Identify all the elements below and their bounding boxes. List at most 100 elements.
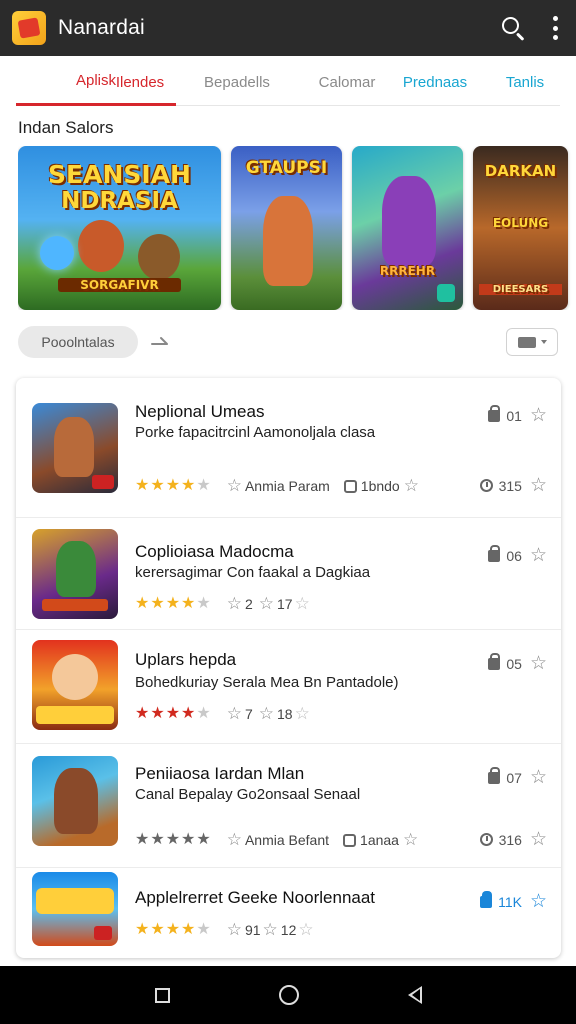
- list-item[interactable]: Uplars hepda Bohedkuriay Serala Mea Bn P…: [16, 630, 561, 744]
- star-outline-icon: ☆: [298, 920, 314, 939]
- app-meta-1: 91: [244, 922, 261, 938]
- star-outline-icon: ☆: [294, 594, 310, 613]
- app-name: Coplioiasa Madocma: [135, 542, 294, 561]
- banner-title-line1: SEANSIAH: [48, 160, 191, 189]
- category-tabs: Aplisk Ilendes Bepadells Calomar Prednaa…: [16, 58, 560, 106]
- rating-stars: ★ ★ ★ ★ ★: [135, 921, 211, 938]
- app-description: kerersagimar Con faakal a Dagkiaa: [135, 564, 371, 581]
- app-meta: ★ ★ ★ ★ ★ ☆ Anmia Param 1bndo ☆: [135, 476, 422, 496]
- favorite-star-icon[interactable]: ☆: [530, 766, 547, 789]
- app-size-value: 06: [506, 547, 522, 564]
- app-thumbnail: [32, 756, 118, 846]
- app-size: 11K ☆: [480, 890, 547, 913]
- lock-icon: [480, 890, 493, 908]
- list-item[interactable]: Coplioiasa Madocma kerersagimar Con faak…: [16, 518, 561, 630]
- favorite-star-icon[interactable]: ☆: [530, 890, 547, 913]
- favorite-star-icon[interactable]: ☆: [530, 474, 547, 497]
- view-toggle-button[interactable]: [506, 328, 558, 356]
- star-outline-icon: ☆: [258, 704, 275, 723]
- clock-icon: [479, 833, 493, 846]
- favorite-star-icon[interactable]: ☆: [530, 652, 547, 675]
- rating-stars: ★ ★ ★ ★ ★: [135, 477, 211, 494]
- star-outline-icon: ☆: [226, 830, 242, 849]
- star-outline-icon: ☆: [262, 920, 278, 939]
- app-developer: Anmia Param: [244, 478, 330, 494]
- featured-carousel[interactable]: SEANSIAH NDRASIA SORGAFIVR GTAUPSI RRREH…: [18, 146, 576, 310]
- companion-figure: [138, 234, 180, 280]
- app-downloads: 316 ☆: [479, 828, 547, 851]
- app-meta-2: 18: [277, 706, 293, 722]
- star-outline-icon: ☆: [403, 476, 419, 495]
- favorite-star-icon[interactable]: ☆: [530, 828, 547, 851]
- app-name: Applelrerret Geeke Noorlennaat: [135, 888, 376, 907]
- app-meta-2: 12: [280, 922, 297, 938]
- arrow-right-icon[interactable]: [150, 332, 170, 352]
- tab-prednaas[interactable]: Prednaas: [380, 58, 490, 106]
- app-logo-icon[interactable]: [12, 11, 46, 45]
- featured-banner-2[interactable]: GTAUPSI: [231, 146, 342, 310]
- app-meta-1: 2: [244, 596, 253, 612]
- star-outline-icon: ☆: [258, 594, 275, 613]
- app-thumbnail: [32, 640, 118, 730]
- system-nav-bar: [0, 966, 576, 1024]
- more-options-icon[interactable]: [552, 16, 558, 40]
- lock-icon: [488, 652, 501, 670]
- list-item[interactable]: Peniiaosa Iardan Mlan Canal Bepalay Go2o…: [16, 744, 561, 868]
- magic-orb: [40, 236, 74, 270]
- tab-tanlis[interactable]: Tanlis: [482, 58, 568, 106]
- heroine-figure: [263, 196, 313, 286]
- recents-icon[interactable]: [154, 987, 170, 1003]
- star-outline-icon: ☆: [226, 476, 242, 495]
- app-size-value: 05: [506, 655, 522, 672]
- app-size: 05 ☆: [488, 652, 547, 675]
- clock-icon: [479, 479, 493, 492]
- featured-banner-1[interactable]: SEANSIAH NDRASIA SORGAFIVR: [18, 146, 221, 310]
- app-size-value: 11K: [498, 893, 522, 910]
- featured-banner-4[interactable]: DARKAN EOLUNG DIEESARS: [473, 146, 568, 310]
- search-icon[interactable]: [500, 15, 526, 41]
- chevron-down-icon: [540, 340, 547, 344]
- app-thumbnail: [32, 403, 118, 493]
- featured-section-title: Indan Salors: [18, 118, 114, 137]
- hero-figure: [78, 220, 124, 272]
- tab-ilendes[interactable]: Ilendes: [116, 58, 164, 106]
- favorite-star-icon[interactable]: ☆: [530, 544, 547, 567]
- app-size: 01 ☆: [488, 404, 547, 427]
- banner-title-line1: DARKAN: [484, 162, 557, 180]
- expand-icon[interactable]: [437, 284, 455, 302]
- featured-banner-3[interactable]: RRREHR: [352, 146, 463, 310]
- app-thumbnail: [32, 872, 118, 946]
- home-icon[interactable]: [278, 985, 299, 1005]
- list-item[interactable]: Applelrerret Geeke Noorlennaat ★ ★ ★ ★ ★ ☆ 9…: [16, 868, 561, 958]
- lock-icon: [488, 544, 501, 562]
- filter-chip[interactable]: Pooolntalas: [18, 326, 138, 358]
- banner-caption: RRREHR: [379, 264, 436, 278]
- app-name: Neplional Umeas: [135, 402, 265, 421]
- banner-title: GTAUPSI: [245, 158, 328, 178]
- app-description: Canal Bepalay Go2onsaal Senaal: [135, 786, 361, 803]
- app-meta: ★ ★ ★ ★ ★ ☆ 2 ☆ 17 ☆: [135, 594, 313, 614]
- tab-bepadells[interactable]: Bepadells: [182, 58, 292, 106]
- app-meta: ★ ★ ★ ★ ★ ☆ 7 ☆ 18 ☆: [135, 704, 313, 724]
- app-name: Uplars hepda: [135, 650, 237, 669]
- list-item[interactable]: Neplional Umeas Porke fapacitrcinl Aamon…: [16, 378, 561, 518]
- back-icon[interactable]: [407, 986, 422, 1004]
- app-thumbnail: [32, 529, 118, 619]
- banner-title-line2: NDRASIA: [61, 188, 178, 214]
- badge-icon: [343, 833, 357, 847]
- app-meta: ★ ★ ★ ★ ★ ☆ Anmia Befant 1anaa ☆: [135, 830, 421, 850]
- app-downloads-value: 315: [498, 477, 522, 494]
- favorite-star-icon[interactable]: ☆: [530, 404, 547, 427]
- app-size-value: 07: [506, 769, 522, 786]
- banner-title-line2: EOLUNG: [492, 216, 549, 230]
- list-view-icon: [517, 336, 536, 348]
- star-outline-icon: ☆: [226, 594, 242, 613]
- app-downloads: 315 ☆: [479, 474, 547, 497]
- app-meta-1: 7: [244, 706, 253, 722]
- app-size-value: 01: [506, 407, 522, 424]
- app-title: Nanardai: [58, 16, 145, 39]
- app-size: 07 ☆: [488, 766, 547, 789]
- app-description: Bohedkuriay Serala Mea Bn Pantadole): [135, 674, 399, 691]
- star-outline-icon: ☆: [226, 920, 242, 939]
- rating-stars: ★ ★ ★ ★ ★: [135, 831, 211, 848]
